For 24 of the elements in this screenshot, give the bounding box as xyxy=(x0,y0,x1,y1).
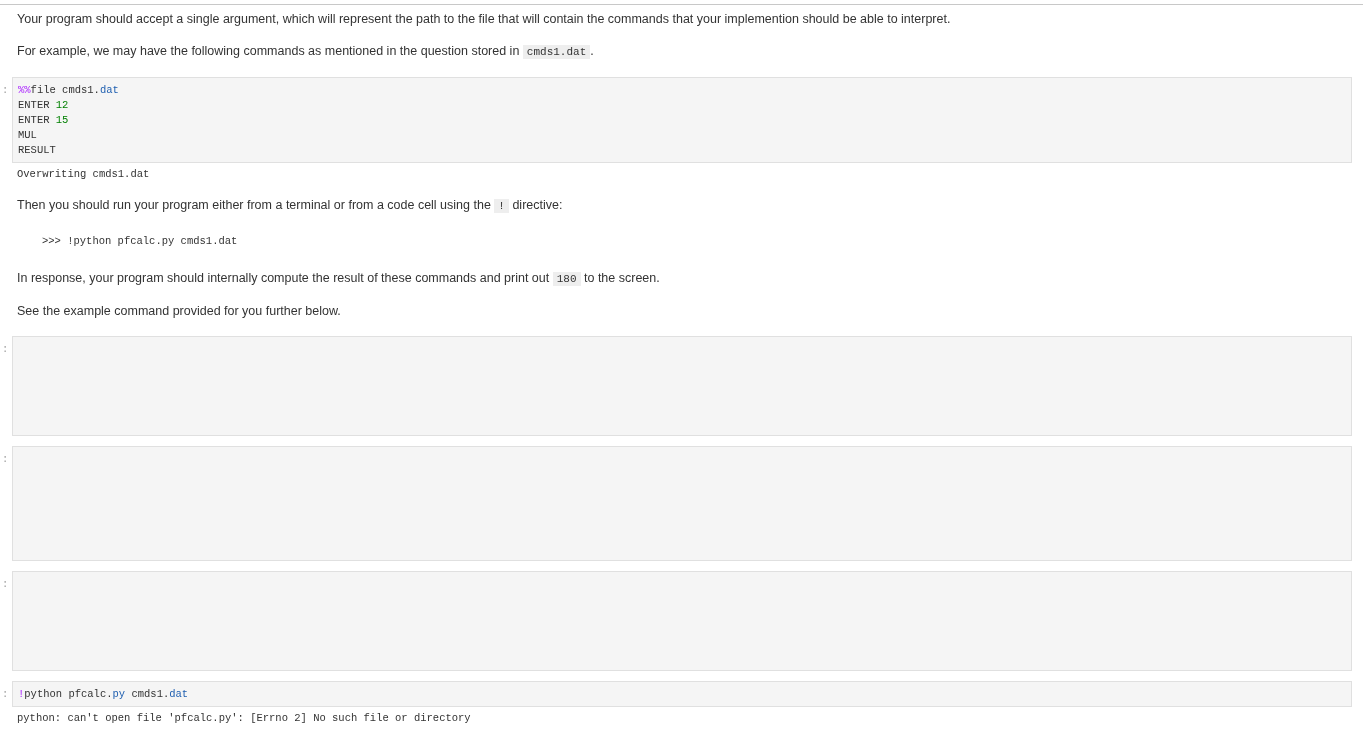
code-line: MUL xyxy=(18,128,37,143)
paragraph-text: Then you should run your program either from a terminal or from a code cell using the ! directive: xyxy=(17,197,563,215)
output-text: python: can't open file 'pfcalc.py': [Errno 2] No such file or directory xyxy=(17,711,471,726)
code-editor[interactable] xyxy=(12,571,1352,671)
code-line: %%file cmds1.dat xyxy=(18,83,119,98)
cell-prompt: : xyxy=(2,342,10,357)
code-editor[interactable]: %%file cmds1.dat ENTER 12 ENTER 15 MUL RESULT xyxy=(12,77,1352,163)
paragraph-text: For example, we may have the following commands as mentioned in the question stored in cmds1.dat . xyxy=(17,43,594,61)
paragraph-text: See the example command provided for you further below. xyxy=(17,303,341,320)
code-line: !python pfcalc.py cmds1.dat xyxy=(18,687,189,702)
code-editor[interactable] xyxy=(12,446,1352,561)
command-text: >>> !python pfcalc.py cmds1.dat xyxy=(42,234,238,249)
output-text: Overwriting cmds1.dat xyxy=(17,167,150,182)
code-line: RESULT xyxy=(18,143,56,158)
paragraph-text: In response, your program should internally compute the result of these commands and print out 180 to the screen. xyxy=(17,270,660,288)
code-editor[interactable] xyxy=(12,336,1352,436)
paragraph-text: Your program should accept a single argument, which will represent the path to the file that will contain the commands that your implemention should be able to interpret. xyxy=(17,11,951,28)
cell-prompt: : xyxy=(2,83,10,98)
cell-prompt: : xyxy=(2,577,10,592)
code-line: ENTER 15 xyxy=(18,113,69,128)
cell-prompt: : xyxy=(2,687,10,702)
code-editor[interactable]: !python pfcalc.py cmds1.dat xyxy=(12,681,1352,707)
cell-prompt: : xyxy=(2,452,10,467)
code-line: ENTER 12 xyxy=(18,98,69,113)
